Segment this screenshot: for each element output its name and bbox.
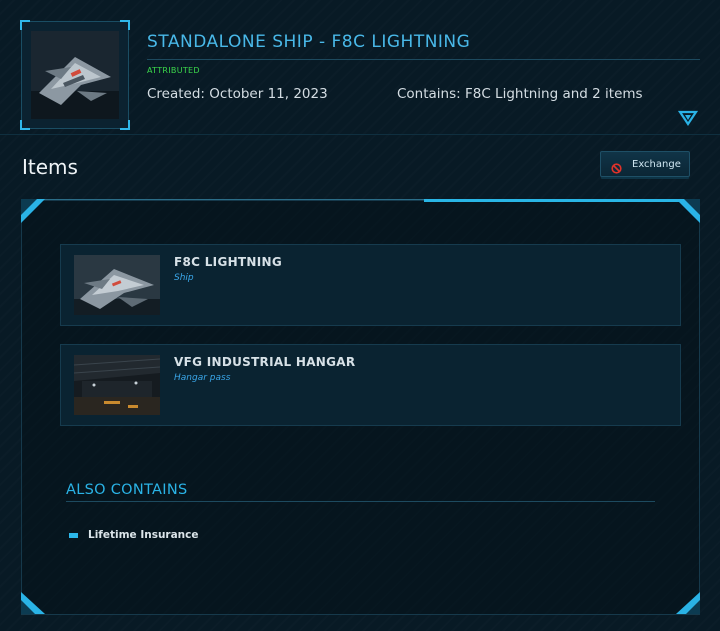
expand-triangle-icon[interactable] bbox=[677, 109, 699, 127]
item-name: F8C LIGHTNING bbox=[174, 255, 283, 269]
header-divider bbox=[0, 134, 720, 135]
panel-top-border bbox=[21, 199, 424, 200]
pledge-thumbnail bbox=[20, 20, 130, 130]
contains-summary: Contains: F8C Lightning and 2 items bbox=[397, 86, 643, 102]
exchange-prohibited-icon bbox=[611, 159, 622, 174]
hangar-image bbox=[74, 355, 160, 415]
items-heading: Items bbox=[22, 155, 78, 179]
thumb-corner bbox=[120, 120, 130, 130]
thumb-corner bbox=[20, 20, 30, 30]
item-card-f8c-lightning[interactable]: F8C LIGHTNING Ship bbox=[60, 244, 681, 326]
exchange-label: Exchange bbox=[632, 158, 681, 170]
panel-corner-tr bbox=[676, 199, 700, 223]
item-name: VFG INDUSTRIAL HANGAR bbox=[174, 355, 356, 369]
panel-corner-tl bbox=[21, 199, 45, 223]
also-contains-heading: ALSO CONTAINS bbox=[66, 482, 188, 498]
panel-corner-bl bbox=[21, 592, 45, 614]
title-divider bbox=[147, 59, 700, 60]
exchange-button[interactable]: Exchange bbox=[600, 151, 690, 177]
bullet-icon bbox=[69, 533, 78, 538]
thumb-corner bbox=[20, 120, 30, 130]
status-badge: ATTRIBUTED bbox=[147, 66, 200, 75]
ship-image bbox=[31, 31, 119, 119]
also-contains-divider bbox=[66, 501, 655, 502]
ship-image bbox=[74, 255, 160, 315]
item-card-vfg-industrial-hangar[interactable]: VFG INDUSTRIAL HANGAR Hangar pass bbox=[60, 344, 681, 426]
panel-corner-br bbox=[676, 592, 700, 614]
thumb-corner bbox=[120, 20, 130, 30]
panel-top-accent bbox=[424, 199, 700, 202]
item-type: Hangar pass bbox=[174, 373, 231, 383]
created-date: Created: October 11, 2023 bbox=[147, 86, 328, 102]
item-type: Ship bbox=[174, 273, 194, 283]
also-contains-item: Lifetime Insurance bbox=[88, 529, 199, 541]
pledge-title: STANDALONE SHIP - F8C LIGHTNING bbox=[147, 32, 471, 52]
